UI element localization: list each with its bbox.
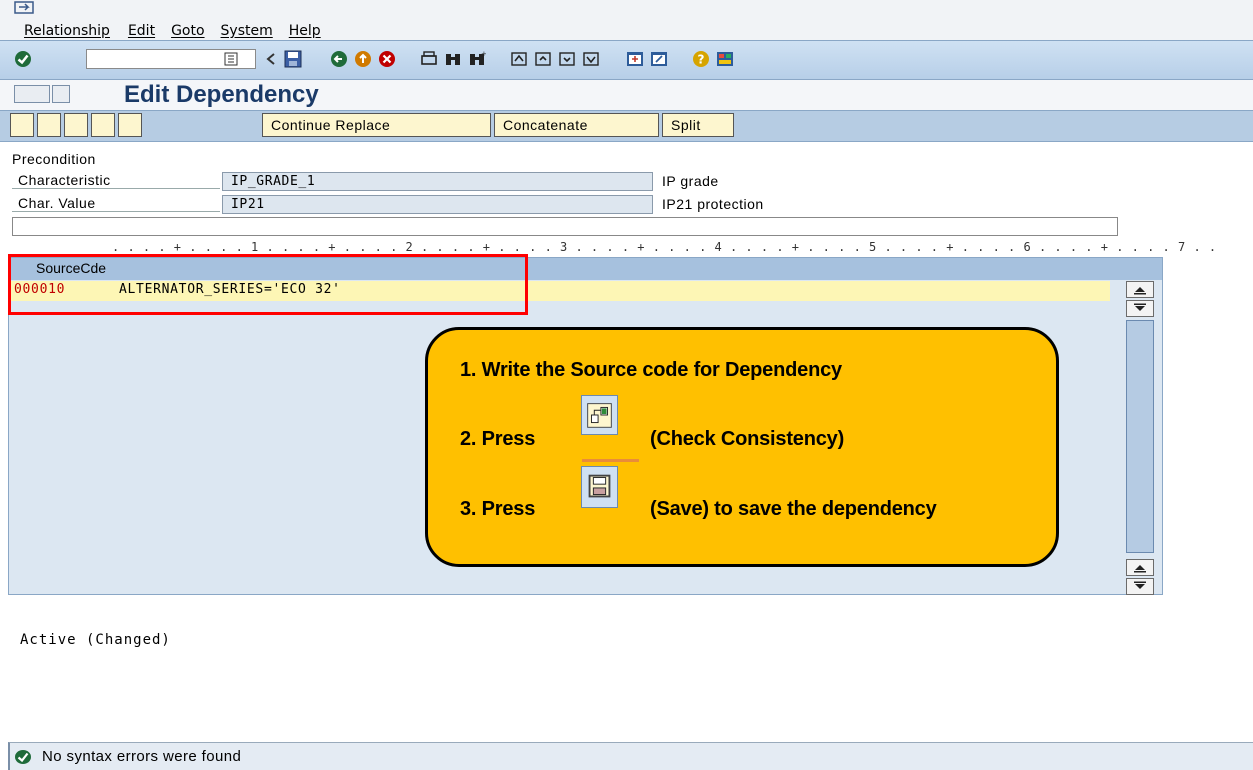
menu-system[interactable]: System	[221, 23, 273, 39]
split-button[interactable]: Split	[662, 113, 734, 137]
menu-items: Relationship Edit Goto System Help	[24, 23, 337, 39]
column-ruler: . . . . + . . . . 1 . . . . + . . . . 2 …	[112, 240, 1217, 254]
callout-separator	[582, 459, 639, 462]
undo-icon[interactable]	[118, 113, 142, 137]
svg-text:?: ?	[698, 53, 705, 67]
paste-icon[interactable]	[64, 113, 88, 137]
menu-relationship[interactable]: Relationship	[24, 23, 110, 39]
precondition-label: Precondition	[12, 151, 96, 167]
exit-icon[interactable]	[354, 50, 372, 68]
comment-field[interactable]	[12, 217, 1118, 236]
find-next-icon[interactable]: +	[468, 50, 486, 68]
first-page-icon[interactable]	[510, 50, 528, 68]
characteristic-field[interactable]: IP_GRADE_1	[222, 172, 653, 191]
command-history-icon[interactable]	[224, 52, 238, 66]
char-value-label: Char. Value	[18, 195, 96, 211]
back-arrow-small-icon[interactable]	[262, 50, 280, 68]
characteristic-description: IP grade	[662, 173, 719, 189]
other-object-button[interactable]	[52, 85, 70, 103]
arrow-down-icon	[1134, 581, 1146, 589]
last-page-icon[interactable]	[582, 50, 600, 68]
page-title: Edit Dependency	[124, 81, 319, 108]
next-page-icon[interactable]	[558, 50, 576, 68]
characteristic-label: Characteristic	[18, 172, 111, 188]
concatenate-button[interactable]: Concatenate	[494, 113, 659, 137]
arrow-up-icon	[1134, 287, 1146, 295]
page-down-button[interactable]	[1126, 578, 1154, 595]
char-value-description: IP21 protection	[662, 196, 764, 212]
menu-exit-icon[interactable]	[14, 1, 36, 15]
new-session-icon[interactable]	[626, 50, 644, 68]
success-check-icon	[15, 750, 31, 764]
callout-step-1: 1. Write the Source code for Dependency	[460, 359, 842, 381]
cancel-icon[interactable]	[378, 50, 396, 68]
save-icon[interactable]	[284, 50, 302, 68]
arrow-down-icon	[1134, 303, 1146, 311]
check-consistency-icon	[581, 395, 618, 435]
highlight-box	[8, 254, 528, 315]
callout-step-2-prefix: 2. Press	[460, 428, 536, 450]
page-up-button[interactable]	[1126, 559, 1154, 576]
callout-step-3-prefix: 3. Press	[460, 498, 536, 520]
menu-help[interactable]: Help	[289, 23, 321, 39]
layout-menu-icon[interactable]	[716, 50, 734, 68]
arrow-up-icon	[1134, 565, 1146, 573]
enter-check-icon[interactable]	[14, 50, 32, 68]
dependency-status: Active (Changed)	[20, 632, 171, 648]
help-icon[interactable]: ?	[692, 50, 710, 68]
scroll-up-button[interactable]	[1126, 281, 1154, 298]
scrollbar-track[interactable]	[1126, 320, 1154, 553]
status-message: No syntax errors were found	[42, 748, 242, 765]
previous-page-icon[interactable]	[534, 50, 552, 68]
svg-text:+: +	[481, 50, 486, 58]
check-consistency-icon[interactable]	[10, 113, 34, 137]
scroll-down-button[interactable]	[1126, 300, 1154, 317]
back-icon[interactable]	[330, 50, 348, 68]
menu-edit[interactable]: Edit	[128, 23, 155, 39]
select-icon[interactable]	[91, 113, 115, 137]
menu-goto[interactable]: Goto	[171, 23, 204, 39]
shortcut-icon[interactable]	[650, 50, 668, 68]
callout-step-3-suffix: (Save) to save the dependency	[650, 498, 937, 520]
continue-replace-button[interactable]: Continue Replace	[262, 113, 491, 137]
char-value-field[interactable]: IP21	[222, 195, 653, 214]
print-icon[interactable]	[420, 50, 438, 68]
callout-step-2-suffix: (Check Consistency)	[650, 428, 845, 450]
find-icon[interactable]	[444, 50, 462, 68]
insert-line-icon[interactable]	[37, 113, 61, 137]
display-change-button[interactable]	[14, 85, 50, 103]
save-icon	[581, 466, 618, 508]
